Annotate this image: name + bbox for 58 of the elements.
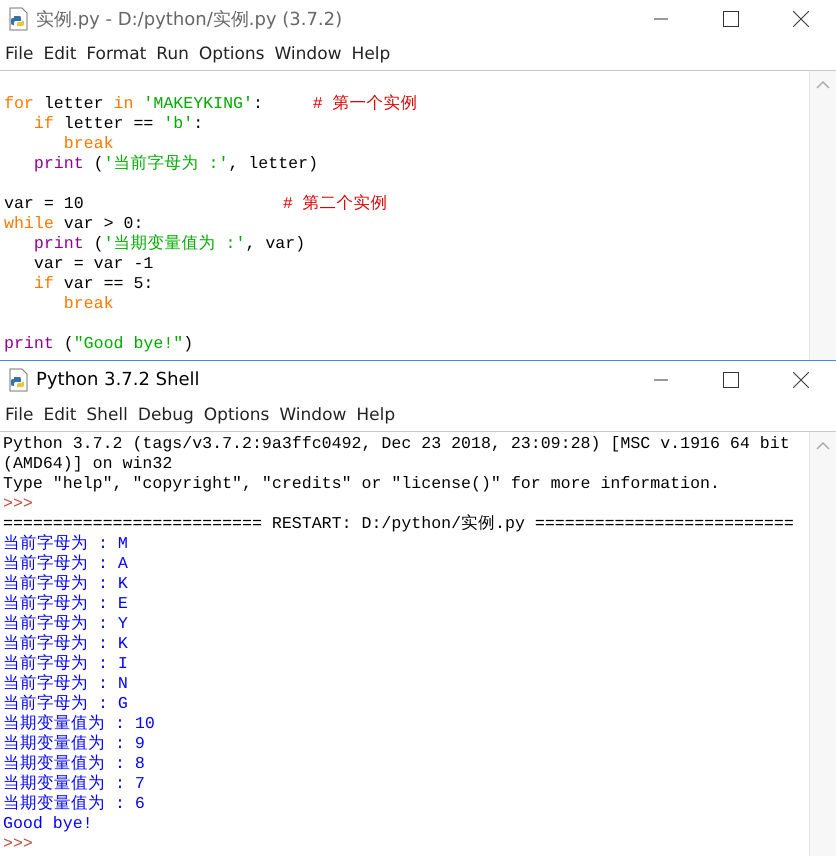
shell-output-line: 当期变量值为 : 9	[3, 734, 146, 754]
code-line: print ("Good bye!")	[4, 334, 194, 354]
menu-item[interactable]: Debug	[132, 404, 199, 425]
window-title: 实例.py - D:/python/实例.py (3.7.2)	[36, 8, 344, 31]
code-line: var = var -1	[32, 254, 154, 274]
menu-item[interactable]: Help	[351, 404, 400, 425]
menu-item[interactable]: Shell	[81, 404, 133, 425]
shell-output-line: 当前字母为 : I	[3, 654, 129, 674]
menu-item[interactable]: Options	[198, 404, 274, 425]
shell-output-line: 当期变量值为 : 10	[3, 714, 156, 734]
code-line: break	[62, 294, 115, 314]
window-title: Python 3.7.2 Shell	[36, 369, 201, 390]
menu-item[interactable]: File	[0, 404, 38, 425]
menu-item[interactable]: Edit	[38, 44, 82, 64]
python-file-icon	[8, 7, 30, 31]
shell-output-line: (AMD64)] on win32	[3, 454, 174, 474]
shell-output-line: 当前字母为 : E	[3, 594, 129, 614]
shell-output-line: Python 3.7.2 (tags/v3.7.2:9a3ffc0492, Dec 23 2018, 23:09:28) [MSC v.1916 64 bit	[3, 434, 791, 454]
scrollbar[interactable]	[809, 432, 836, 856]
menu-item[interactable]: File	[0, 44, 38, 64]
shell-output-line: 当期变量值为 : 8	[3, 754, 146, 774]
shell-output-line: ========================== RESTART: D:/python/实例.py ==========================	[3, 514, 795, 534]
maximize-icon[interactable]	[723, 11, 739, 27]
minimize-icon[interactable]	[654, 378, 668, 381]
minimize-icon[interactable]	[654, 18, 668, 20]
menu-item[interactable]: Options	[194, 44, 270, 64]
shell-output-line: 当前字母为 : M	[3, 534, 129, 554]
code-line: break	[62, 134, 115, 154]
menu-item[interactable]: Run	[151, 44, 194, 64]
code-line: if letter == 'b':	[32, 114, 204, 134]
menu-item[interactable]: Window	[274, 404, 352, 425]
shell-output-line: 当前字母为 : K	[3, 574, 129, 594]
shell-output-line: 当前字母为 : A	[3, 554, 129, 574]
code-line: var = 10 # 第二个实例	[4, 194, 389, 214]
python-file-icon	[8, 368, 30, 392]
shell-prompt: >>>	[3, 834, 34, 854]
close-icon[interactable]	[793, 11, 809, 27]
maximize-icon[interactable]	[723, 372, 739, 388]
shell-output-line: 当前字母为 : K	[3, 634, 129, 654]
scrollbar[interactable]	[809, 71, 836, 360]
code-line: while var > 0:	[4, 214, 144, 234]
menu-item[interactable]: Help	[346, 44, 396, 64]
shell-output-line: 当前字母为 : G	[3, 694, 129, 714]
menu-item[interactable]: Format	[81, 44, 152, 64]
shell-output-line: Type "help", "copyright", "credits" or "license()" for more information.	[3, 474, 721, 494]
shell-output-line: 当前字母为 : Y	[3, 614, 129, 634]
shell-output-line: 当期变量值为 : 7	[3, 774, 146, 794]
menu-item[interactable]: Edit	[38, 404, 82, 425]
shell-prompt: >>>	[3, 494, 34, 514]
close-icon[interactable]	[793, 372, 809, 388]
code-line: print ('当期变量值为 :', var)	[32, 234, 306, 254]
menu-item[interactable]: Window	[270, 44, 347, 64]
code-line: if var == 5:	[32, 274, 154, 294]
shell-output-line: 当期变量值为 : 6	[3, 794, 146, 814]
code-line: print ('当前字母为 :', letter)	[32, 154, 320, 174]
shell-output-line: 当前字母为 : N	[3, 674, 129, 694]
shell-output-line: Good bye!	[3, 814, 94, 834]
code-line: for letter in 'MAKEYKING': # 第一个实例	[4, 94, 419, 114]
